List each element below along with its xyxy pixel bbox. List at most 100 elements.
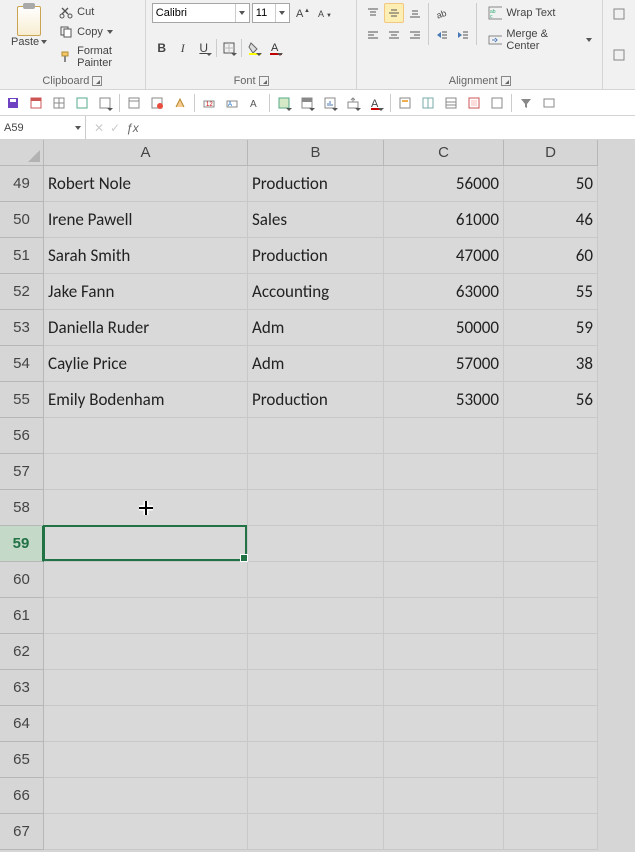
cell[interactable]: Sales xyxy=(248,202,384,238)
qat-btn-8[interactable] xyxy=(170,93,190,113)
qat-btn-23[interactable] xyxy=(539,93,559,113)
row-header[interactable]: 63 xyxy=(0,670,44,706)
cell[interactable] xyxy=(504,418,598,454)
cell[interactable] xyxy=(384,706,504,742)
qat-btn-3[interactable] xyxy=(49,93,69,113)
font-color-button[interactable]: A xyxy=(265,38,285,58)
paste-button[interactable]: Paste xyxy=(6,3,52,51)
qat-btn-12[interactable] xyxy=(274,93,294,113)
format-painter-button[interactable]: Format Painter xyxy=(56,43,139,71)
spreadsheet-grid[interactable]: ABCD 49Robert NoleProduction560005050Ire… xyxy=(0,140,635,852)
row-header[interactable]: 61 xyxy=(0,598,44,634)
cell[interactable] xyxy=(384,670,504,706)
cell[interactable] xyxy=(248,634,384,670)
cell[interactable] xyxy=(248,490,384,526)
number-format-button[interactable] xyxy=(609,4,629,24)
row-header[interactable]: 55 xyxy=(0,382,44,418)
borders-button[interactable] xyxy=(219,38,239,58)
qat-btn-14[interactable] xyxy=(320,93,340,113)
cell[interactable] xyxy=(504,598,598,634)
cell[interactable]: Jake Fann xyxy=(44,274,248,310)
name-box[interactable]: A59 xyxy=(0,116,86,139)
chevron-down-icon[interactable] xyxy=(235,4,249,22)
cell[interactable]: 46 xyxy=(504,202,598,238)
cell[interactable] xyxy=(384,814,504,850)
column-header-D[interactable]: D xyxy=(504,140,598,166)
cell[interactable]: Adm xyxy=(248,346,384,382)
row-header[interactable]: 59 xyxy=(0,526,44,562)
formula-input[interactable] xyxy=(147,116,635,139)
row-header[interactable]: 54 xyxy=(0,346,44,382)
cell[interactable] xyxy=(384,418,504,454)
cut-button[interactable]: Cut xyxy=(56,3,139,21)
font-name-input[interactable] xyxy=(153,7,235,19)
fill-color-button[interactable] xyxy=(244,38,264,58)
align-bottom-button[interactable] xyxy=(405,3,425,23)
cell[interactable]: Irene Pawell xyxy=(44,202,248,238)
qat-btn-18[interactable] xyxy=(418,93,438,113)
row-header[interactable]: 64 xyxy=(0,706,44,742)
cell[interactable] xyxy=(248,778,384,814)
cell[interactable] xyxy=(248,814,384,850)
column-header-B[interactable]: B xyxy=(248,140,384,166)
cell[interactable] xyxy=(248,670,384,706)
cell[interactable]: Sarah Smith xyxy=(44,238,248,274)
cell[interactable] xyxy=(504,670,598,706)
font-size-combo[interactable] xyxy=(252,3,290,23)
cell[interactable] xyxy=(248,742,384,778)
underline-button[interactable]: U xyxy=(194,38,214,58)
qat-btn-17[interactable] xyxy=(395,93,415,113)
qat-btn-21[interactable] xyxy=(487,93,507,113)
qat-btn-4[interactable] xyxy=(72,93,92,113)
cell[interactable] xyxy=(384,562,504,598)
cell[interactable] xyxy=(384,598,504,634)
enter-formula-icon[interactable]: ✓ xyxy=(110,121,120,135)
fx-icon[interactable]: ƒx xyxy=(126,121,139,135)
qat-btn-2[interactable] xyxy=(26,93,46,113)
qat-btn-11[interactable]: A xyxy=(245,93,265,113)
cell[interactable] xyxy=(44,670,248,706)
row-header[interactable]: 49 xyxy=(0,166,44,202)
cell[interactable]: 47000 xyxy=(384,238,504,274)
cell[interactable] xyxy=(384,778,504,814)
cell[interactable]: 59 xyxy=(504,310,598,346)
cell[interactable] xyxy=(44,778,248,814)
cell[interactable]: 56000 xyxy=(384,166,504,202)
cell[interactable]: 50000 xyxy=(384,310,504,346)
row-header[interactable]: 52 xyxy=(0,274,44,310)
cell[interactable] xyxy=(44,418,248,454)
cell[interactable] xyxy=(504,814,598,850)
row-header[interactable]: 56 xyxy=(0,418,44,454)
cell[interactable]: Production xyxy=(248,166,384,202)
cell[interactable] xyxy=(44,814,248,850)
qat-btn-20[interactable] xyxy=(464,93,484,113)
cell[interactable]: 55 xyxy=(504,274,598,310)
copy-button[interactable]: Copy xyxy=(56,23,139,41)
cell[interactable] xyxy=(44,742,248,778)
cell[interactable]: Emily Bodenham xyxy=(44,382,248,418)
cell[interactable]: Caylie Price xyxy=(44,346,248,382)
cell[interactable]: Robert Nole xyxy=(44,166,248,202)
cell[interactable]: Adm xyxy=(248,310,384,346)
qat-btn-13[interactable] xyxy=(297,93,317,113)
align-middle-button[interactable] xyxy=(384,3,404,23)
cell[interactable]: 63000 xyxy=(384,274,504,310)
qat-btn-6[interactable] xyxy=(124,93,144,113)
cell[interactable] xyxy=(504,706,598,742)
decrease-font-button[interactable]: A▼ xyxy=(314,3,334,23)
cell[interactable] xyxy=(44,526,248,562)
italic-button[interactable]: I xyxy=(173,38,193,58)
qat-btn-9[interactable]: 12 xyxy=(199,93,219,113)
dialog-launcher-icon[interactable] xyxy=(501,76,511,86)
align-center-button[interactable] xyxy=(384,25,404,45)
cell[interactable] xyxy=(248,706,384,742)
cell[interactable]: 50 xyxy=(504,166,598,202)
row-header[interactable]: 65 xyxy=(0,742,44,778)
cell[interactable]: Accounting xyxy=(248,274,384,310)
select-all-corner[interactable] xyxy=(0,140,44,166)
row-header[interactable]: 67 xyxy=(0,814,44,850)
align-left-button[interactable] xyxy=(363,25,383,45)
cell[interactable] xyxy=(44,562,248,598)
cell[interactable]: 56 xyxy=(504,382,598,418)
cell[interactable] xyxy=(504,742,598,778)
